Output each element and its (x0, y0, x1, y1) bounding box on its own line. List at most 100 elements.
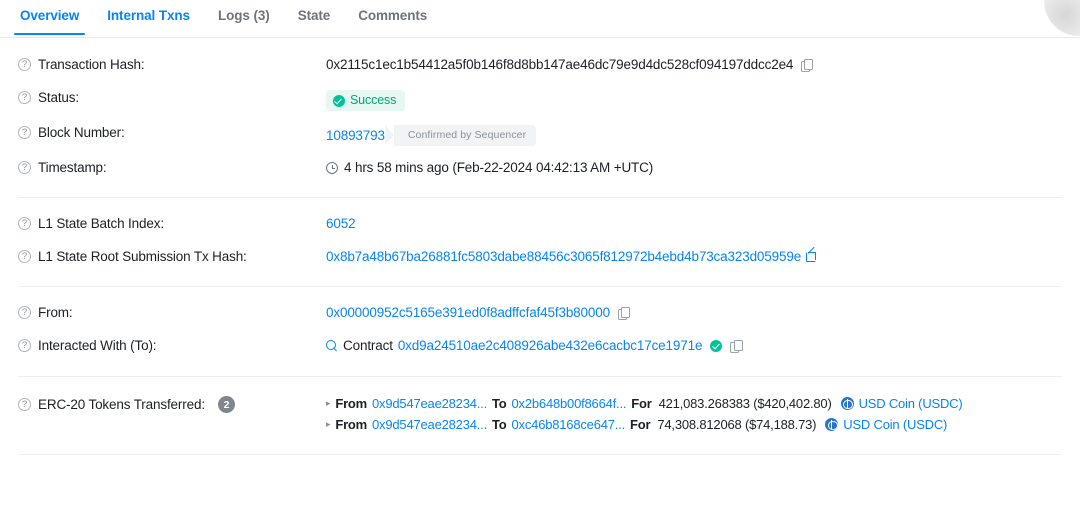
transfer-amount: 74,308.812068 ($74,188.73) (657, 417, 817, 432)
check-circle-icon (333, 94, 345, 107)
value-from: 0x00000952c5165e391ed0f8adffcfaf45f3b800… (326, 304, 1062, 320)
details-content: ? Transaction Hash: 0x2115c1ec1b54412a5f… (0, 38, 1080, 455)
token-link[interactable]: USD Coin (USDC) (840, 396, 963, 411)
value-block-number: 10893793 Confirmed by Sequencer (326, 124, 1062, 146)
contract-prefix-text: Contract (343, 338, 393, 353)
transfer-for-key: For (631, 396, 652, 411)
row-interacted-with: ? Interacted With (To): Contract 0xd9a24… (18, 330, 1062, 363)
tab-state[interactable]: State (284, 0, 345, 34)
transfer-from-key: From (335, 417, 368, 432)
transfer-from-key: From (335, 396, 368, 411)
contract-address-link[interactable]: 0xd9a24510ae2c408926abe432e6cacbc17ce197… (398, 338, 703, 353)
value-l1-batch-index: 6052 (326, 215, 1062, 231)
row-transaction-hash: ? Transaction Hash: 0x2115c1ec1b54412a5f… (18, 49, 1062, 82)
help-icon[interactable]: ? (18, 126, 31, 139)
value-l1-root-tx-hash: 0x8b7a48b67ba26881fc5803dabe88456c3065f8… (326, 246, 1062, 264)
block-number-wrap: 10893793 Confirmed by Sequencer (326, 125, 537, 146)
help-icon[interactable]: ? (18, 161, 31, 174)
help-icon[interactable]: ? (18, 91, 31, 104)
label-interacted-with: ? Interacted With (To): (18, 337, 326, 353)
row-timestamp: ? Timestamp: 4 hrs 58 mins ago (Feb-22-2… (18, 152, 1062, 185)
value-status: Success (326, 89, 1062, 111)
label-text: Status: (38, 90, 79, 105)
label-text: ERC-20 Tokens Transferred: (38, 397, 205, 412)
addresses-group: ? From: 0x00000952c5165e391ed0f8adffcfaf… (0, 287, 1080, 363)
help-icon[interactable]: ? (18, 339, 31, 352)
label-l1-batch-index: ? L1 State Batch Index: (18, 215, 326, 231)
corner-shadow (1044, 0, 1080, 36)
help-icon[interactable]: ? (18, 398, 31, 411)
status-text: Success (350, 93, 397, 107)
usdc-token-icon (825, 418, 839, 431)
copy-icon[interactable] (801, 58, 814, 72)
label-text: Transaction Hash: (38, 57, 145, 72)
transaction-details-page: Overview Internal Txns Logs (3) State Co… (0, 0, 1080, 509)
sequencer-confirmation-badge: Confirmed by Sequencer (384, 125, 537, 146)
help-icon[interactable]: ? (18, 250, 31, 263)
token-name: USD Coin (USDC) (858, 396, 963, 411)
value-transaction-hash: 0x2115c1ec1b54412a5f0b146f8d8bb147ae46dc… (326, 56, 1062, 72)
row-status: ? Status: Success (18, 82, 1062, 117)
from-address-link[interactable]: 0x00000952c5165e391ed0f8adffcfaf45f3b800… (326, 305, 610, 320)
block-number-link[interactable]: 10893793 (326, 128, 385, 143)
transfer-list: ▸ From 0x9d547eae28234... To 0x2b648b00f… (326, 396, 1062, 432)
label-status: ? Status: (18, 89, 326, 105)
tab-comments[interactable]: Comments (344, 0, 441, 34)
section-divider (18, 454, 1062, 455)
verified-contract-icon (710, 339, 723, 352)
external-link-icon[interactable] (806, 246, 817, 262)
token-name: USD Coin (USDC) (843, 417, 948, 432)
erc20-group: ? ERC-20 Tokens Transferred: 2 ▸ From 0x… (0, 377, 1080, 438)
l1-batch-index-link[interactable]: 6052 (326, 216, 356, 231)
l1-root-tx-hash-link[interactable]: 0x8b7a48b67ba26881fc5803dabe88456c3065f8… (326, 249, 801, 264)
transaction-hash-text: 0x2115c1ec1b54412a5f0b146f8d8bb147ae46dc… (326, 57, 794, 72)
transfer-to-key: To (492, 396, 507, 411)
label-erc20-transfers: ? ERC-20 Tokens Transferred: 2 (18, 395, 326, 413)
transfer-for-key: For (630, 417, 651, 432)
chevron-right-icon[interactable]: ▸ (326, 398, 331, 409)
tab-internal-txns[interactable]: Internal Txns (93, 0, 204, 34)
copy-icon[interactable] (617, 306, 631, 320)
magnifier-icon[interactable] (326, 339, 338, 352)
value-timestamp: 4 hrs 58 mins ago (Feb-22-2024 04:42:13 … (326, 159, 1062, 175)
transfer-amount: 421,083.268383 ($420,402.80) (658, 396, 832, 411)
label-text: Interacted With (To): (38, 338, 157, 353)
transfer-row: ▸ From 0x9d547eae28234... To 0x2b648b00f… (326, 396, 1062, 411)
chevron-right-icon[interactable]: ▸ (326, 419, 331, 430)
help-icon[interactable]: ? (18, 58, 31, 71)
label-block-number: ? Block Number: (18, 124, 326, 140)
value-erc20-transfers: ▸ From 0x9d547eae28234... To 0x2b648b00f… (326, 395, 1062, 432)
help-icon[interactable]: ? (18, 217, 31, 230)
row-block-number: ? Block Number: 10893793 Confirmed by Se… (18, 117, 1062, 152)
tab-overview[interactable]: Overview (6, 0, 93, 35)
erc20-count-badge: 2 (217, 396, 235, 413)
usdc-token-icon (840, 397, 854, 410)
label-text: Timestamp: (38, 160, 107, 175)
row-l1-batch-index: ? L1 State Batch Index: 6052 (18, 208, 1062, 241)
label-timestamp: ? Timestamp: (18, 159, 326, 175)
copy-icon[interactable] (730, 339, 743, 353)
label-from: ? From: (18, 304, 326, 320)
label-l1-root-tx-hash: ? L1 State Root Submission Tx Hash: (18, 248, 326, 264)
help-icon[interactable]: ? (18, 306, 31, 319)
transfer-row: ▸ From 0x9d547eae28234... To 0xc46b8168c… (326, 417, 1062, 432)
transfer-from-address[interactable]: 0x9d547eae28234... (372, 396, 487, 411)
tab-bar: Overview Internal Txns Logs (3) State Co… (0, 0, 1080, 38)
tab-logs[interactable]: Logs (3) (204, 0, 284, 34)
transfer-to-address[interactable]: 0x2b648b00f8664f... (512, 396, 627, 411)
row-erc20-transfers: ? ERC-20 Tokens Transferred: 2 ▸ From 0x… (18, 388, 1062, 438)
row-from: ? From: 0x00000952c5165e391ed0f8adffcfaf… (18, 297, 1062, 330)
l1-details-group: ? L1 State Batch Index: 6052 ? L1 State … (0, 198, 1080, 274)
timestamp-text: 4 hrs 58 mins ago (Feb-22-2024 04:42:13 … (344, 160, 654, 175)
primary-details-group: ? Transaction Hash: 0x2115c1ec1b54412a5f… (0, 38, 1080, 185)
transfer-from-address[interactable]: 0x9d547eae28234... (372, 417, 487, 432)
label-transaction-hash: ? Transaction Hash: (18, 56, 326, 72)
transfer-to-address[interactable]: 0xc46b8168ce647... (512, 417, 626, 432)
label-text: Block Number: (38, 125, 125, 140)
clock-icon (326, 161, 338, 174)
value-interacted-with: Contract 0xd9a24510ae2c408926abe432e6cac… (326, 337, 1062, 353)
label-text: From: (38, 305, 73, 320)
token-link[interactable]: USD Coin (USDC) (825, 417, 947, 432)
label-text: L1 State Batch Index: (38, 216, 164, 231)
transfer-to-key: To (492, 417, 507, 432)
